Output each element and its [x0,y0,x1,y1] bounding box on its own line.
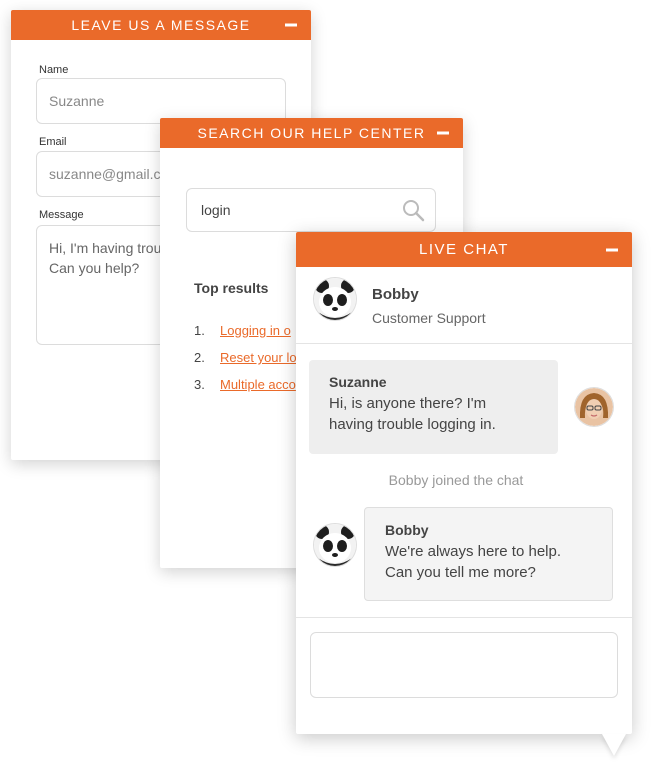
chat-panel-header: LIVE CHAT [296,232,632,267]
help-panel-title: SEARCH OUR HELP CENTER [197,125,426,141]
top-results-heading: Top results [194,280,269,296]
visitor-message-bubble: Suzanne Hi, is anyone there? I'm having … [309,360,558,454]
result-item: 1. Logging in o [194,323,291,338]
result-item: 3. Multiple acco [194,377,296,392]
result-link[interactable]: Multiple acco [220,377,296,392]
user-photo-icon [575,388,613,426]
message-text-line-1: Hi, is anyone there? I'm [329,395,487,412]
message-text-line-1: We're always here to help. [385,543,562,560]
panda-icon [314,524,356,566]
minimize-icon[interactable] [285,23,297,27]
divider [296,617,632,618]
chat-message-input[interactable] [310,632,618,698]
live-chat-panel: LIVE CHAT Bobby Customer Support Suzanne… [296,232,632,734]
agent-name: Bobby [372,286,419,303]
message-line-1: Hi, I'm having troubl [49,240,173,256]
agent-message-bubble: Bobby We're always here to help. Can you… [364,507,613,601]
message-sender: Bobby [385,522,429,538]
agent-avatar [314,278,356,320]
result-link[interactable]: Logging in o [220,323,291,338]
agent-role: Customer Support [372,310,486,326]
agent-avatar [314,524,356,566]
result-number: 2. [194,350,205,365]
system-message: Bobby joined the chat [388,472,524,488]
panda-icon [314,278,356,320]
message-label: Message [39,209,84,221]
message-panel-header: LEAVE US A MESSAGE [11,10,311,40]
search-input-value: login [201,202,231,218]
minimize-icon[interactable] [437,131,449,135]
search-icon[interactable] [401,198,425,222]
email-label: Email [39,136,67,148]
chat-pointer-tail [602,734,626,756]
message-panel-title: LEAVE US A MESSAGE [71,17,251,33]
name-label: Name [39,64,69,76]
divider [296,343,632,344]
chat-panel-title: LIVE CHAT [419,241,509,258]
help-panel-header: SEARCH OUR HELP CENTER [160,118,463,148]
result-number: 3. [194,377,205,392]
result-number: 1. [194,323,205,338]
result-link[interactable]: Reset your lo [220,350,297,365]
message-text-line-2: Can you tell me more? [385,564,536,581]
minimize-icon[interactable] [606,248,618,251]
message-line-2: Can you help? [49,260,140,276]
message-text-line-2: having trouble logging in. [329,416,496,433]
help-search-input[interactable]: login [186,188,436,232]
message-sender: Suzanne [329,374,387,390]
visitor-avatar [575,388,613,426]
result-item: 2. Reset your lo [194,350,297,365]
